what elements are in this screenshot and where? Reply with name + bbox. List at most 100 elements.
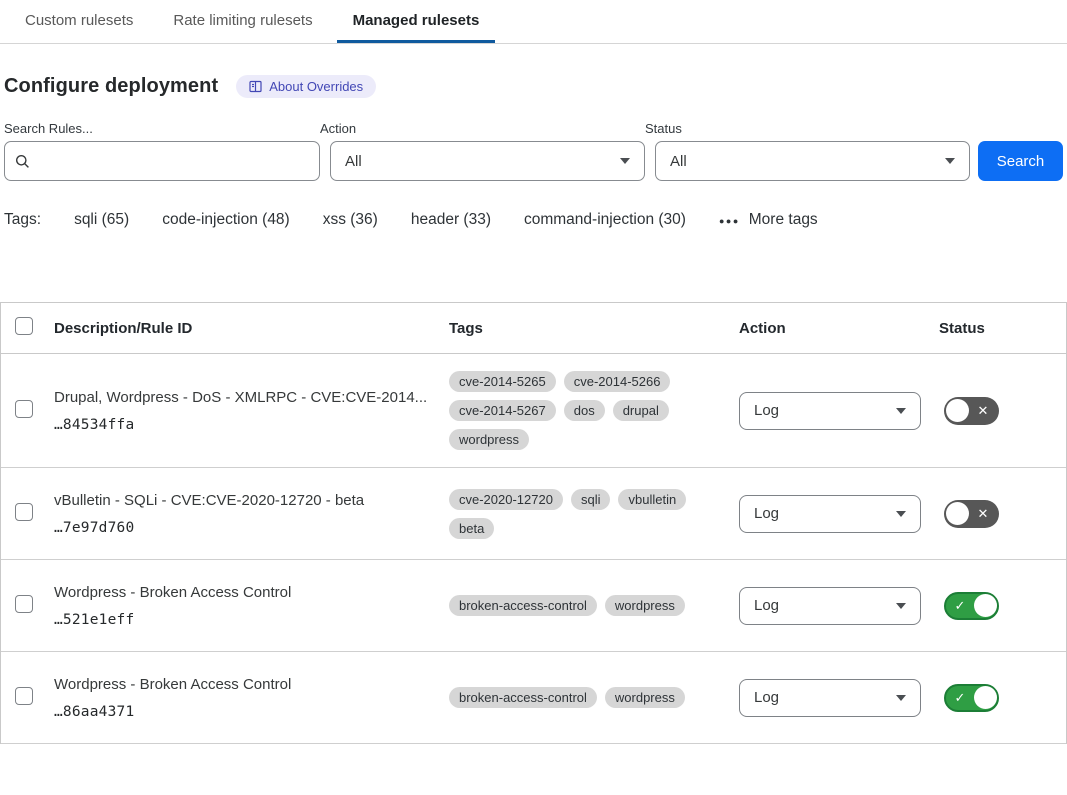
- checkbox-cell: [1, 503, 50, 525]
- tags-cell: cve-2014-5265cve-2014-5266cve-2014-5267d…: [445, 371, 735, 450]
- tag-pill: cve-2014-5266: [564, 371, 671, 392]
- action-filter-select[interactable]: All: [330, 141, 645, 181]
- tab-rate-limiting-rulesets[interactable]: Rate limiting rulesets: [157, 0, 328, 43]
- toggle-knob: [946, 399, 969, 422]
- tag-pills: cve-2014-5265cve-2014-5266cve-2014-5267d…: [449, 371, 695, 450]
- status-cell: ✕: [935, 500, 1066, 528]
- description-cell: Wordpress - Broken Access Control …521e1e…: [50, 584, 445, 628]
- status-toggle[interactable]: ✕: [944, 500, 999, 528]
- tag-pill: sqli: [571, 489, 611, 510]
- rule-id: …86aa4371: [54, 704, 445, 720]
- rule-description[interactable]: Drupal, Wordpress - DoS - XMLRPC - CVE:C…: [54, 389, 445, 406]
- tag-pill: beta: [449, 518, 494, 539]
- rule-id: …84534ffa: [54, 417, 445, 433]
- status-toggle[interactable]: ✕: [944, 397, 999, 425]
- tag-filter-link[interactable]: sqli (65): [74, 211, 129, 229]
- action-cell: Log: [735, 587, 935, 625]
- tag-filter-link[interactable]: xss (36): [323, 211, 378, 229]
- description-cell: vBulletin - SQLi - CVE:CVE-2020-12720 - …: [50, 492, 445, 536]
- tag-filter-link[interactable]: header (33): [411, 211, 491, 229]
- filter-bar: Search Rules... Action All Status All: [4, 121, 1067, 181]
- chevron-down-icon: [896, 695, 906, 701]
- tags-label: Tags:: [4, 211, 41, 229]
- status-cell: ✓: [935, 684, 1066, 712]
- row-checkbox[interactable]: [15, 503, 33, 521]
- search-input[interactable]: [38, 142, 309, 180]
- chevron-down-icon: [896, 511, 906, 517]
- tag-pills: cve-2020-12720sqlivbulletinbeta: [449, 489, 695, 539]
- tag-pill: drupal: [613, 400, 669, 421]
- rule-description[interactable]: vBulletin - SQLi - CVE:CVE-2020-12720 - …: [54, 492, 445, 509]
- column-header-description: Description/Rule ID: [50, 320, 445, 337]
- chevron-down-icon: [945, 158, 955, 164]
- action-filter-label: Action: [320, 121, 645, 136]
- status-cell: ✓: [935, 592, 1066, 620]
- search-button[interactable]: Search: [978, 141, 1063, 181]
- row-action-select[interactable]: Log: [739, 679, 921, 717]
- table-header-row: Description/Rule ID Tags Action Status: [1, 303, 1066, 354]
- tags-cell: broken-access-control wordpress: [445, 687, 735, 708]
- check-icon: ✓: [946, 691, 974, 704]
- about-overrides-badge[interactable]: About Overrides: [236, 75, 376, 98]
- row-checkbox[interactable]: [15, 687, 33, 705]
- tag-pills: broken-access-control wordpress: [449, 595, 695, 616]
- tag-filter-link[interactable]: command-injection (30): [524, 211, 686, 229]
- row-action-value: Log: [754, 402, 779, 419]
- search-icon: [15, 154, 30, 169]
- toggle-knob: [974, 686, 997, 709]
- tag-pills: broken-access-control wordpress: [449, 687, 695, 708]
- more-tags-button[interactable]: ●●● More tags: [719, 211, 818, 229]
- row-action-select[interactable]: Log: [739, 495, 921, 533]
- tag-pill: broken-access-control: [449, 595, 597, 616]
- status-cell: ✕: [935, 397, 1066, 425]
- page-header: Configure deployment About Overrides: [4, 75, 1067, 98]
- book-icon: [249, 80, 262, 93]
- tag-pill: broken-access-control: [449, 687, 597, 708]
- checkbox-cell: [1, 595, 50, 617]
- tag-pill: wordpress: [605, 595, 685, 616]
- search-rules-field[interactable]: [4, 141, 320, 181]
- status-filter-label: Status: [645, 121, 970, 136]
- description-cell: Wordpress - Broken Access Control …86aa43…: [50, 676, 445, 720]
- action-cell: Log: [735, 392, 935, 430]
- table-row: Wordpress - Broken Access Control …86aa43…: [1, 652, 1066, 744]
- page-title: Configure deployment: [4, 75, 218, 98]
- status-toggle[interactable]: ✓: [944, 592, 999, 620]
- row-checkbox[interactable]: [15, 595, 33, 613]
- check-icon: ✓: [946, 599, 974, 612]
- select-all-checkbox[interactable]: [15, 317, 33, 335]
- table-row: Wordpress - Broken Access Control …521e1e…: [1, 560, 1066, 652]
- row-action-value: Log: [754, 505, 779, 522]
- status-filter-select[interactable]: All: [655, 141, 970, 181]
- checkbox-cell: [1, 687, 50, 709]
- about-overrides-label: About Overrides: [269, 79, 363, 94]
- tag-pill: cve-2014-5265: [449, 371, 556, 392]
- action-cell: Log: [735, 495, 935, 533]
- row-action-value: Log: [754, 689, 779, 706]
- tag-filter-link[interactable]: code-injection (48): [162, 211, 290, 229]
- tag-pill: wordpress: [449, 429, 529, 450]
- tab-managed-rulesets[interactable]: Managed rulesets: [337, 0, 496, 43]
- row-action-select[interactable]: Log: [739, 587, 921, 625]
- chevron-down-icon: [620, 158, 630, 164]
- table-row: Drupal, Wordpress - DoS - XMLRPC - CVE:C…: [1, 354, 1066, 468]
- rules-table: Description/Rule ID Tags Action Status D…: [0, 302, 1067, 744]
- description-cell: Drupal, Wordpress - DoS - XMLRPC - CVE:C…: [50, 389, 445, 433]
- rule-description[interactable]: Wordpress - Broken Access Control: [54, 676, 445, 693]
- action-filter-value: All: [345, 153, 362, 170]
- tag-links: sqli (65) code-injection (48) xss (36) head…: [74, 211, 686, 229]
- tag-pill: wordpress: [605, 687, 685, 708]
- x-icon: ✕: [969, 507, 997, 520]
- tag-pill: dos: [564, 400, 605, 421]
- rule-description[interactable]: Wordpress - Broken Access Control: [54, 584, 445, 601]
- status-filter-value: All: [670, 153, 687, 170]
- ruleset-tabs: Custom rulesetsRate limiting rulesetsMan…: [0, 0, 1067, 44]
- row-checkbox[interactable]: [15, 400, 33, 418]
- chevron-down-icon: [896, 408, 906, 414]
- rule-id: …521e1eff: [54, 612, 445, 628]
- row-action-select[interactable]: Log: [739, 392, 921, 430]
- chevron-down-icon: [896, 603, 906, 609]
- action-cell: Log: [735, 679, 935, 717]
- status-toggle[interactable]: ✓: [944, 684, 999, 712]
- tab-custom-rulesets[interactable]: Custom rulesets: [9, 0, 149, 43]
